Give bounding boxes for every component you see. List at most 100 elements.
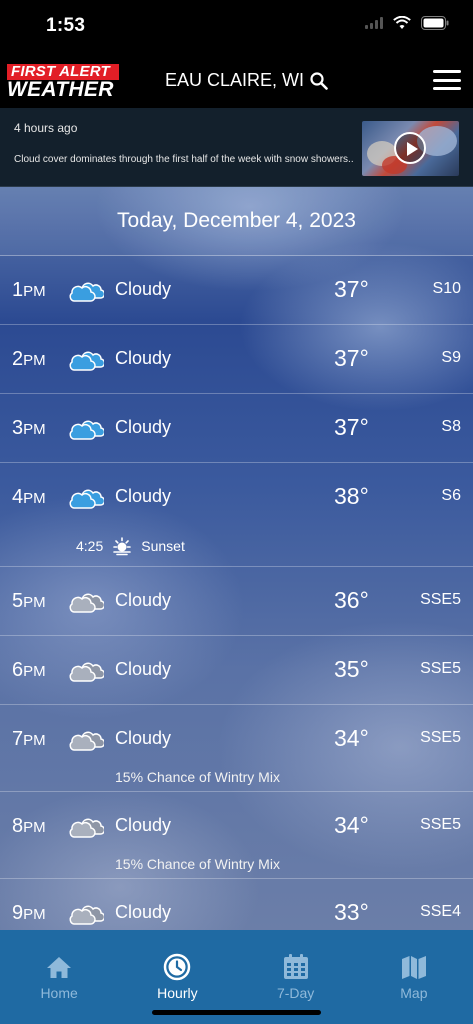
hourly-row[interactable]: 2PM Cloudy 37° S9 [0, 325, 473, 394]
hourly-row[interactable]: 5PM Cloudy 36° SSE5 [0, 567, 473, 636]
condition-label: Cloudy [115, 348, 172, 368]
hourly-row[interactable]: 3PM Cloudy 37° S8 [0, 394, 473, 463]
condition-label: Cloudy [115, 659, 172, 679]
hourly-row[interactable]: 1PM Cloudy 37° S10 [0, 256, 473, 325]
hour-number: 1 [12, 279, 24, 301]
hourly-row-main: 7PM Cloudy 34° SSE5 [0, 705, 473, 774]
hourly-row-main: 9PM Cloudy 33° SSE4 [0, 879, 473, 930]
hour-number: 3 [12, 417, 24, 439]
news-time: 4 hours ago [14, 121, 78, 135]
condition-label: Cloudy [115, 590, 172, 610]
cloudy-night-icon [68, 813, 106, 839]
map-icon [401, 956, 426, 979]
hourly-row[interactable]: 8PM Cloudy 34° SSE5 15% Chance of Wintry Mix [0, 792, 473, 879]
sunset-event: 4:25 Sunset [76, 536, 185, 556]
temperature: 34° [334, 725, 369, 751]
calendar-icon [283, 954, 308, 979]
hourly-row-main: 1PM Cloudy 37° S10 [0, 256, 473, 325]
hour-number: 7 [12, 728, 24, 750]
hour-label: 3PM [12, 417, 46, 440]
hourly-row-main: 3PM Cloudy 37° S8 [0, 394, 473, 463]
video-thumbnail[interactable] [362, 121, 459, 176]
signal-icon [365, 17, 383, 29]
condition-label: Cloudy [115, 902, 172, 922]
hour-label: 5PM [12, 590, 46, 613]
battery-icon [421, 16, 449, 30]
hourly-row-main: 4PM Cloudy 38° S6 [0, 463, 473, 532]
cloudy-night-icon [68, 900, 106, 926]
sunset-icon [113, 537, 132, 556]
hourly-forecast[interactable]: Today, December 4, 2023 1PM Cloudy 37° S10 2… [0, 187, 473, 930]
precip-note: 15% Chance of Wintry Mix [115, 856, 280, 872]
condition-label: Cloudy [115, 486, 172, 506]
play-icon[interactable] [394, 132, 426, 164]
hourly-row-main: 8PM Cloudy 34° SSE5 [0, 792, 473, 861]
hour-period: PM [23, 283, 46, 300]
temperature: 33° [334, 899, 369, 925]
hour-period: PM [23, 819, 46, 836]
cloudy-icon [68, 415, 106, 441]
hour-period: PM [23, 906, 46, 923]
hour-label: 1PM [12, 279, 46, 302]
wind: SSE5 [420, 591, 461, 608]
precip-note: 15% Chance of Wintry Mix [115, 769, 280, 785]
wind: S9 [441, 349, 461, 366]
hour-number: 5 [12, 590, 24, 612]
status-icons [365, 16, 449, 30]
tab-map-label: Map [400, 985, 428, 1001]
condition-label: Cloudy [115, 417, 172, 437]
status-bar: 1:53 [0, 0, 473, 52]
wind: S8 [441, 418, 461, 435]
hamburger-menu-icon[interactable] [433, 70, 461, 90]
home-icon [47, 957, 72, 978]
hour-period: PM [23, 732, 46, 749]
hourly-row-main: 6PM Cloudy 35° SSE5 [0, 636, 473, 705]
hourly-row[interactable]: 6PM Cloudy 35° SSE5 [0, 636, 473, 705]
cloudy-icon [68, 346, 106, 372]
hour-label: 2PM [12, 348, 46, 371]
hour-number: 6 [12, 659, 24, 681]
hourly-row[interactable]: 7PM Cloudy 34° SSE5 15% Chance of Wintry Mix [0, 705, 473, 792]
hour-label: 4PM [12, 486, 46, 509]
news-banner[interactable]: 4 hours ago Cloud cover dominates throug… [0, 108, 473, 187]
hourly-row[interactable]: 4PM Cloudy 38° S6 4:25 Sunset [0, 463, 473, 567]
hourly-row-main: 5PM Cloudy 36° SSE5 [0, 567, 473, 636]
wifi-icon [393, 16, 411, 29]
wind: SSE5 [420, 729, 461, 746]
temperature: 36° [334, 587, 369, 613]
cloudy-icon [68, 277, 106, 303]
hour-number: 8 [12, 815, 24, 837]
location-selector[interactable]: EAU CLAIRE, WI [165, 70, 328, 91]
wind: S10 [432, 280, 461, 297]
wind: S6 [441, 487, 461, 504]
tab-map[interactable]: Map [355, 930, 473, 1024]
search-icon [310, 71, 328, 90]
status-time: 1:53 [46, 15, 86, 36]
app-header: FIRST ALERT WEATHER EAU CLAIRE, WI [0, 52, 473, 108]
hourly-list: 1PM Cloudy 37° S10 2PM Cloudy 37° S9 3PM Cloudy 3 7… [0, 256, 473, 930]
hourly-row[interactable]: 9PM Cloudy 33° SSE4 [0, 879, 473, 930]
hourly-row-main: 2PM Cloudy 37° S9 [0, 325, 473, 394]
hour-period: PM [23, 594, 46, 611]
logo-line2: WEATHER [7, 78, 114, 101]
wind: SSE4 [420, 903, 461, 920]
temperature: 35° [334, 656, 369, 682]
hour-period: PM [23, 421, 46, 438]
tab-home[interactable]: Home [0, 930, 118, 1024]
hour-label: 9PM [12, 902, 46, 925]
wind: SSE5 [420, 660, 461, 677]
bottom-tab-bar: Home Hourly 7-Day Map [0, 930, 473, 1024]
sunset-time: 4:25 [76, 538, 104, 554]
wind: SSE5 [420, 816, 461, 833]
cloudy-night-icon [68, 726, 106, 752]
tab-7-day-label: 7-Day [276, 985, 315, 1001]
news-headline: Cloud cover dominates through the first … [14, 154, 354, 165]
cloudy-night-icon [68, 588, 106, 614]
tab-hourly-label: Hourly [157, 985, 198, 1001]
hour-label: 6PM [12, 659, 46, 682]
temperature: 37° [334, 345, 369, 371]
hour-number: 4 [12, 486, 24, 508]
first-alert-weather-logo[interactable]: FIRST ALERT WEATHER [7, 64, 120, 101]
home-indicator [152, 1010, 321, 1015]
hour-period: PM [23, 490, 46, 507]
